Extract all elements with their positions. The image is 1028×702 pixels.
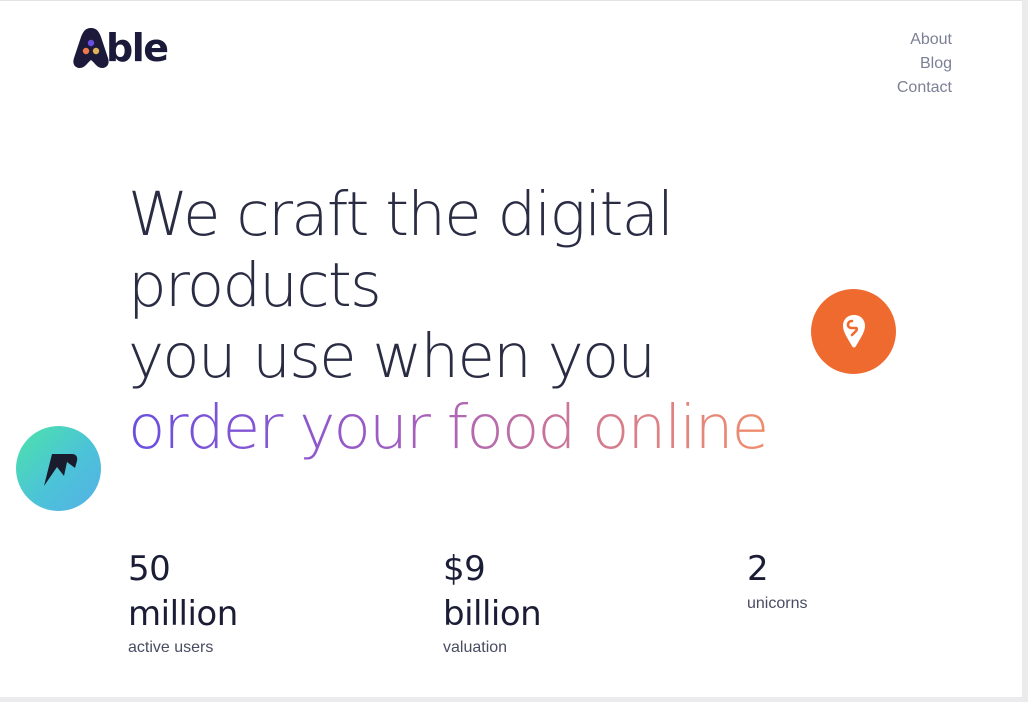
stat-value: 2	[747, 549, 769, 589]
stat-value: 50 million	[128, 549, 238, 634]
lightning-brand-badge[interactable]	[16, 426, 101, 511]
page: ble About Blog Contact We craft the digi…	[0, 0, 1022, 697]
stat-value: $9 billion	[443, 549, 542, 634]
nav-contact-link[interactable]: Contact	[897, 76, 952, 100]
swiggy-badge[interactable]	[811, 289, 896, 374]
stat-label: unicorns	[747, 595, 808, 612]
logo-mark-icon	[73, 28, 109, 68]
nav-about-link[interactable]: About	[897, 28, 952, 52]
hero-line-1: We craft the digital	[128, 179, 674, 250]
lightning-brand-icon	[43, 453, 77, 486]
logo-wordmark: ble	[106, 26, 169, 70]
stat-unicorns: 2 unicorns	[747, 547, 877, 613]
stat-active-users: 50 million active users	[128, 547, 258, 657]
able-logo[interactable]: ble	[72, 23, 169, 70]
top-nav: About Blog Contact	[897, 28, 952, 100]
stat-valuation: $9 billion valuation	[443, 547, 573, 657]
stat-label: valuation	[443, 639, 508, 656]
hero-heading: We craft the digital products you use wh…	[128, 179, 769, 463]
hero-highlight: order your food online	[128, 392, 769, 463]
swiggy-logo-icon	[842, 314, 865, 347]
nav-blog-link[interactable]: Blog	[897, 52, 952, 76]
hero-line-3: you use when you	[128, 321, 656, 392]
stat-label: active users	[128, 639, 214, 656]
hero-line-2: products	[128, 250, 382, 321]
